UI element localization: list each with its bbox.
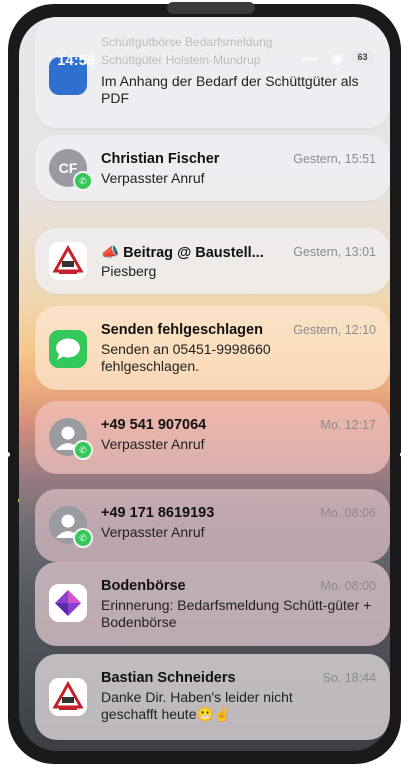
notification-body: Verpasster Anruf (101, 436, 205, 452)
notification-body: Senden an 05451-9998660 fehlgeschlagen. (101, 341, 271, 374)
notification-card[interactable]: CF ✆ Christian Fischer Gestern, 15:51 Ve… (35, 135, 390, 201)
notification-card[interactable]: Bodenbörse Mo. 08:00 Erinnerung: Bedarfs… (35, 562, 390, 646)
phone-call-icon: ✆ (73, 440, 93, 460)
notification-card[interactable]: Bastian Schneiders So. 18:44 Danke Dir. … (35, 654, 390, 740)
lock-screen: Schüttgutbörse Bedarfsmeldung Schüttgüte… (19, 17, 390, 751)
notification-title: Senden fehlgeschlagen (101, 322, 263, 338)
notification-body: Verpasster Anruf (101, 170, 205, 186)
notification-body: Im Anhang der Bedarf der Schüttgüter als… (101, 73, 359, 106)
notification-subtitle: Schüttgüter Holstein-Mundrup (101, 53, 261, 67)
notification-time: Mo. 08:06 (320, 506, 376, 520)
notification-time: Gestern, 15:51 (293, 152, 376, 166)
notification-time: Mo. 12:17 (320, 418, 376, 432)
side-button-indicator (5, 452, 10, 457)
construction-app-icon (49, 242, 87, 280)
notification-title: Christian Fischer (101, 151, 220, 167)
notification-time: Mo. 08:00 (320, 579, 376, 593)
notification-card[interactable]: 📣 Beitrag @ Baustell... Gestern, 13:01 P… (35, 228, 390, 294)
notification-card[interactable]: Senden fehlgeschlagen Gestern, 12:10 Sen… (35, 306, 390, 390)
status-time: 14:59 (57, 52, 96, 69)
notification-card[interactable]: ✆ +49 541 907064 Mo. 12:17 Verpasster An… (35, 401, 390, 474)
notification-title: Bodenbörse (101, 578, 186, 594)
dynamic-island (167, 2, 255, 14)
phone-call-icon: ✆ (73, 171, 93, 191)
notification-card[interactable]: Schüttgutbörse Bedarfsmeldung Schüttgüte… (35, 17, 390, 128)
notification-body: Erinnerung: Bedarfsmeldung Schütt-güter … (101, 597, 372, 630)
battery-icon: 63 (351, 51, 374, 63)
phone-frame: Schüttgutbörse Bedarfsmeldung Schüttgüte… (5, 2, 405, 764)
notification-time: Gestern, 12:10 (293, 323, 376, 337)
notification-body: Verpasster Anruf (101, 524, 205, 540)
notification-card[interactable]: ✆ +49 171 8619193 Mo. 08:06 Verpasster A… (35, 489, 390, 562)
messages-icon (49, 330, 87, 368)
construction-app-icon (49, 678, 87, 716)
notification-title: +49 171 8619193 (101, 505, 215, 521)
notification-time: Gestern, 13:01 (293, 245, 376, 259)
signal-icon: •••• (301, 52, 318, 66)
notification-title: 📣 Beitrag @ Baustell... (101, 245, 264, 261)
bodenboerse-app-icon (49, 584, 87, 622)
phone-call-icon: ✆ (73, 528, 93, 548)
notification-title: Schüttgutbörse Bedarfsmeldung (101, 35, 273, 49)
notification-title: +49 541 907064 (101, 417, 207, 433)
notification-body: Danke Dir. Haben's leider nicht geschaff… (101, 689, 293, 722)
notification-time: So. 18:44 (322, 671, 376, 685)
notification-title: Bastian Schneiders (101, 670, 236, 686)
side-button-indicator-right (400, 452, 405, 457)
notification-body: Piesberg (101, 263, 157, 279)
wifi-icon: ◉ (331, 50, 344, 66)
